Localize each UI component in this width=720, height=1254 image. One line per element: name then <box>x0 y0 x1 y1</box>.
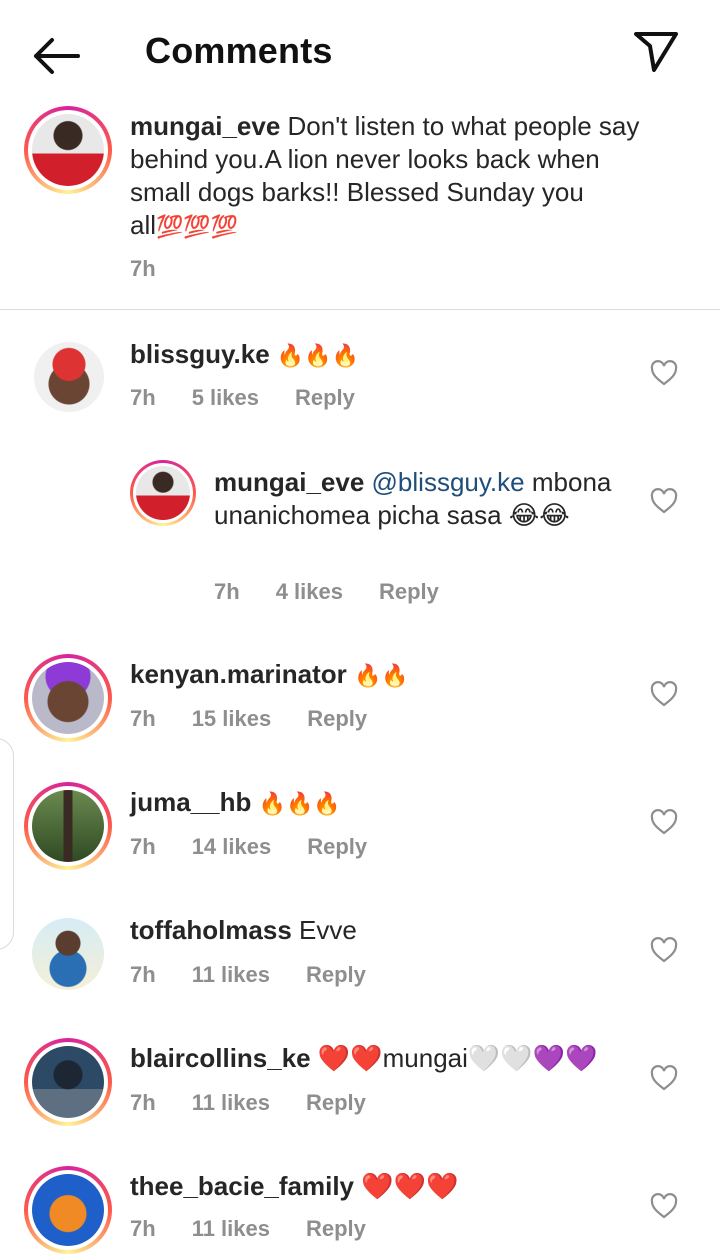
heart-icon[interactable] <box>650 1193 678 1219</box>
header: Comments <box>0 0 720 106</box>
heart-icon[interactable] <box>650 1065 678 1091</box>
comment-likes[interactable]: 14 likes <box>192 834 272 859</box>
avatar[interactable] <box>24 106 112 194</box>
comment-body: Evve <box>299 915 357 945</box>
comment-username[interactable]: thee_bacie_family <box>130 1171 354 1201</box>
comment-username[interactable]: blissguy.ke <box>130 339 270 369</box>
heart-icon[interactable] <box>650 681 678 707</box>
avatar[interactable] <box>24 1038 112 1126</box>
comment-time: 7h <box>130 1216 156 1241</box>
caption-emojis: 💯💯💯 <box>156 214 239 239</box>
comment-likes[interactable]: 11 likes <box>192 962 270 987</box>
send-icon <box>634 32 678 72</box>
comment-body: 🔥🔥🔥 <box>276 343 360 368</box>
comment-username[interactable]: toffaholmass <box>130 915 292 945</box>
heart-icon[interactable] <box>650 809 678 835</box>
side-drawer-handle[interactable] <box>0 738 14 950</box>
caption-username[interactable]: mungai_eve <box>130 111 280 141</box>
comment-time: 7h <box>214 579 240 604</box>
comment-time: 7h <box>130 962 156 987</box>
comment-likes[interactable]: 11 likes <box>192 1090 270 1115</box>
reply-button[interactable]: Reply <box>306 1090 366 1115</box>
comment-text: toffaholmass Evve <box>130 914 610 947</box>
avatar[interactable] <box>34 342 104 412</box>
reply-button[interactable]: Reply <box>306 1216 366 1241</box>
comment-username[interactable]: blaircollins_ke <box>130 1043 311 1073</box>
comment-text: mungai_eve @blissguy.ke mbona unanichome… <box>214 466 634 532</box>
avatar[interactable] <box>24 1166 112 1254</box>
reply-button[interactable]: Reply <box>306 962 366 987</box>
reply-button[interactable]: Reply <box>379 579 439 604</box>
share-button[interactable] <box>630 28 682 76</box>
comment-text: blissguy.ke 🔥🔥🔥 <box>130 338 610 372</box>
comment-meta: 7h 14 likes Reply <box>130 834 403 860</box>
comment-text: blaircollins_ke ❤️❤️mungai🤍🤍💜💜 <box>130 1042 630 1075</box>
comment-likes[interactable]: 11 likes <box>192 1216 270 1241</box>
avatar[interactable] <box>32 918 104 990</box>
comment-meta: 7h 11 likes Reply <box>130 1090 402 1116</box>
heart-icon[interactable] <box>650 360 678 386</box>
comment-meta: 7h 15 likes Reply <box>130 706 403 732</box>
comment-text: kenyan.marinator 🔥🔥 <box>130 658 610 692</box>
avatar[interactable] <box>130 460 196 526</box>
mention-link[interactable]: @blissguy.ke <box>372 467 525 497</box>
avatar[interactable] <box>24 654 112 742</box>
heart-icon[interactable] <box>650 937 678 963</box>
comment-text: thee_bacie_family ❤️❤️❤️ <box>130 1170 630 1203</box>
reply-button[interactable]: Reply <box>307 706 367 731</box>
comment-likes[interactable]: 15 likes <box>192 706 272 731</box>
comment-time: 7h <box>130 385 156 410</box>
comment-meta: 7h 4 likes Reply <box>214 579 475 605</box>
reply-button[interactable]: Reply <box>307 834 367 859</box>
comment-body: ❤️❤️❤️ <box>361 1171 459 1201</box>
comment-meta: 7h 11 likes Reply <box>130 962 402 988</box>
comment-text: juma__hb 🔥🔥🔥 <box>130 786 610 820</box>
comment-body: 🔥🔥🔥 <box>258 791 341 816</box>
heart-icon[interactable] <box>650 488 678 514</box>
avatar[interactable] <box>24 782 112 870</box>
post-caption: mungai_eve Don't listen to what people s… <box>0 106 720 310</box>
comment-time: 7h <box>130 1090 156 1115</box>
comment-meta: 7h 5 likes Reply <box>130 385 391 411</box>
comment-username[interactable]: kenyan.marinator <box>130 659 347 689</box>
back-button[interactable] <box>30 34 82 78</box>
comment-meta: 7h 11 likes Reply <box>130 1216 402 1242</box>
comment-body: ❤️❤️mungai🤍🤍💜💜 <box>317 1043 598 1073</box>
caption-text: mungai_eve Don't listen to what people s… <box>130 110 650 243</box>
caption-time: 7h <box>130 256 156 281</box>
comment-body: 🔥🔥 <box>353 663 409 688</box>
comment-time: 7h <box>130 834 156 859</box>
comment-time: 7h <box>130 706 156 731</box>
comment-username[interactable]: juma__hb <box>130 787 251 817</box>
back-arrow-icon <box>34 38 80 74</box>
comment-likes[interactable]: 5 likes <box>192 385 259 410</box>
comment-likes[interactable]: 4 likes <box>276 579 343 604</box>
reply-button[interactable]: Reply <box>295 385 355 410</box>
page-title: Comments <box>145 30 333 71</box>
comment-username[interactable]: mungai_eve <box>214 467 364 497</box>
caption-meta: 7h <box>130 256 192 282</box>
